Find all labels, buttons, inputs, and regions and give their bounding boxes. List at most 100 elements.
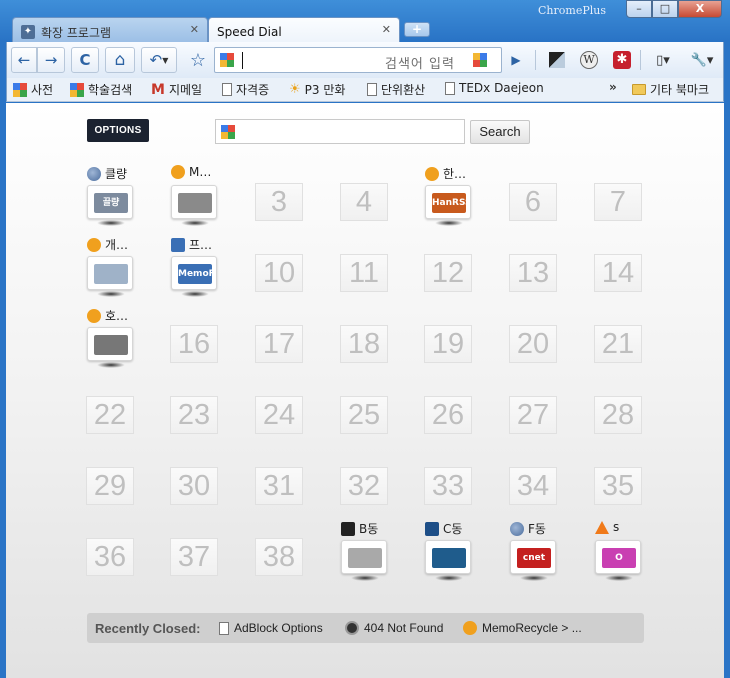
omnibox-placeholder: 검색어 입력 xyxy=(385,57,455,72)
empty-dial-slot[interactable]: 18 xyxy=(340,325,388,363)
new-tab-button[interactable]: + xyxy=(404,22,430,37)
close-window-button[interactable]: X xyxy=(678,0,722,18)
empty-dial-slot[interactable]: 26 xyxy=(424,396,472,434)
bookmark-item[interactable]: M 지메일 xyxy=(151,81,202,98)
undo-close-button[interactable]: ↶ ▼ xyxy=(141,47,177,73)
dial-number: 37 xyxy=(170,538,218,576)
speed-dial-label[interactable]: F동 xyxy=(510,520,546,537)
bookmark-item[interactable]: 사전 xyxy=(13,81,53,98)
speed-dial-thumbnail[interactable]: MemoFeed xyxy=(171,256,217,297)
options-button[interactable]: OPTIONS xyxy=(87,119,149,142)
other-bookmarks-folder[interactable]: 기타 북마크 xyxy=(632,81,709,98)
bookmark-item[interactable]: ☀ P3 만화 xyxy=(289,81,345,98)
speed-dial-thumbnail[interactable]: 끌량 xyxy=(87,185,133,226)
go-button[interactable]: ▶ xyxy=(505,47,527,73)
speed-dial-thumbnail[interactable]: HanRSS xyxy=(425,185,471,226)
bookmark-item[interactable]: TEDx Daejeon xyxy=(445,81,544,95)
bookmarks-bar: 사전 학술검색 M 지메일 자격증 ☀ P3 만화 단위환산 TEDx Daejeo… xyxy=(6,78,724,102)
reload-button[interactable]: C xyxy=(71,47,99,73)
search-button[interactable]: Search xyxy=(470,120,530,144)
bookmark-item[interactable]: 단위환산 xyxy=(367,81,425,98)
bookmark-item[interactable]: 자격증 xyxy=(222,81,269,98)
speed-dial-label[interactable]: 개… xyxy=(87,236,128,253)
maximize-button[interactable]: □ xyxy=(652,0,678,18)
empty-dial-slot[interactable]: 21 xyxy=(594,325,642,363)
empty-dial-slot[interactable]: 27 xyxy=(509,396,557,434)
empty-dial-slot[interactable]: 17 xyxy=(255,325,303,363)
bookmark-item[interactable]: 학술검색 xyxy=(70,81,132,98)
speed-dial-thumbnail[interactable] xyxy=(87,256,133,297)
empty-dial-slot[interactable]: 12 xyxy=(424,254,472,292)
wrench-icon: 🔧▾ xyxy=(690,52,714,68)
speed-dial-label[interactable]: 프… xyxy=(171,236,212,253)
speed-dial-label[interactable]: M… xyxy=(171,165,211,179)
speed-dial-thumbnail[interactable]: cnet xyxy=(510,540,556,581)
recently-closed-item[interactable]: 404 Not Found xyxy=(345,621,443,635)
empty-dial-slot[interactable]: 37 xyxy=(170,538,218,576)
wrench-menu-button[interactable]: 🔧▾ xyxy=(684,47,720,73)
empty-dial-slot[interactable]: 38 xyxy=(255,538,303,576)
speed-dial-thumbnail[interactable] xyxy=(87,327,133,368)
forward-button[interactable]: → xyxy=(37,47,65,73)
empty-dial-slot[interactable]: 28 xyxy=(594,396,642,434)
bpt-icon xyxy=(341,521,355,536)
empty-dial-slot[interactable]: 33 xyxy=(424,467,472,505)
speed-dial-label[interactable]: 클량 xyxy=(87,165,127,182)
empty-dial-slot[interactable]: 25 xyxy=(340,396,388,434)
extension-button-2[interactable]: W xyxy=(577,47,601,73)
speed-dial-thumbnail[interactable]: O xyxy=(595,540,641,581)
extension-button-3[interactable]: ✱ xyxy=(610,47,634,73)
empty-dial-slot[interactable]: 34 xyxy=(509,467,557,505)
close-tab-icon[interactable]: ✕ xyxy=(190,23,199,36)
empty-dial-slot[interactable]: 29 xyxy=(86,467,134,505)
dial-number: 13 xyxy=(509,254,557,292)
empty-dial-slot[interactable]: 14 xyxy=(594,254,642,292)
speed-dial-label[interactable]: C동 xyxy=(425,520,462,537)
empty-dial-slot[interactable]: 36 xyxy=(86,538,134,576)
empty-dial-slot[interactable]: 22 xyxy=(86,396,134,434)
page-menu-button[interactable]: ▯▾ xyxy=(648,47,678,73)
dial-number: 19 xyxy=(424,325,472,363)
speed-dial-title: C동 xyxy=(443,522,463,536)
text-cursor xyxy=(242,52,243,69)
empty-dial-slot[interactable]: 20 xyxy=(509,325,557,363)
speed-dial-label[interactable]: B동 xyxy=(341,520,378,537)
speed-dial-label[interactable]: s xyxy=(595,520,619,534)
recently-closed-item[interactable]: MemoRecycle > ... xyxy=(463,621,582,635)
empty-dial-slot[interactable]: 19 xyxy=(424,325,472,363)
search-input[interactable] xyxy=(215,119,465,144)
speed-dial-thumbnail[interactable] xyxy=(341,540,387,581)
tab-extensions[interactable]: ✦ 확장 프로그램 ✕ xyxy=(12,17,208,42)
bookmarks-overflow-button[interactable]: » xyxy=(609,80,617,94)
speed-dial-label[interactable]: 호… xyxy=(87,307,128,324)
empty-dial-slot[interactable]: 10 xyxy=(255,254,303,292)
omnibox[interactable]: 검색어 입력 xyxy=(214,47,502,73)
speed-dial-thumbnail[interactable] xyxy=(425,540,471,581)
empty-dial-slot[interactable]: 4 xyxy=(340,183,388,221)
extension-button-1[interactable] xyxy=(546,47,568,73)
recently-closed-item[interactable]: AdBlock Options xyxy=(219,621,323,635)
empty-dial-slot[interactable]: 30 xyxy=(170,467,218,505)
empty-dial-slot[interactable]: 6 xyxy=(509,183,557,221)
bookmark-star-button[interactable]: ☆ xyxy=(184,47,212,73)
speed-dial-thumbnail[interactable] xyxy=(171,185,217,226)
empty-dial-slot[interactable]: 7 xyxy=(594,183,642,221)
back-button[interactable]: ← xyxy=(11,47,37,73)
empty-dial-slot[interactable]: 3 xyxy=(255,183,303,221)
search-engine-icon[interactable] xyxy=(473,53,487,67)
recently-closed-bar: Recently Closed: AdBlock Options 404 Not… xyxy=(87,613,644,643)
home-button[interactable]: ⌂ xyxy=(105,47,135,73)
empty-dial-slot[interactable]: 35 xyxy=(594,467,642,505)
speed-dial-label[interactable]: 한… xyxy=(425,165,466,182)
tab-speed-dial[interactable]: Speed Dial ✕ xyxy=(208,17,400,42)
empty-dial-slot[interactable]: 31 xyxy=(255,467,303,505)
empty-dial-slot[interactable]: 23 xyxy=(170,396,218,434)
empty-dial-slot[interactable]: 32 xyxy=(340,467,388,505)
empty-dial-slot[interactable]: 11 xyxy=(340,254,388,292)
close-tab-icon[interactable]: ✕ xyxy=(382,23,391,36)
empty-dial-slot[interactable]: 16 xyxy=(170,325,218,363)
dial-number: 38 xyxy=(255,538,303,576)
empty-dial-slot[interactable]: 13 xyxy=(509,254,557,292)
empty-dial-slot[interactable]: 24 xyxy=(255,396,303,434)
minimize-button[interactable]: – xyxy=(626,0,652,18)
